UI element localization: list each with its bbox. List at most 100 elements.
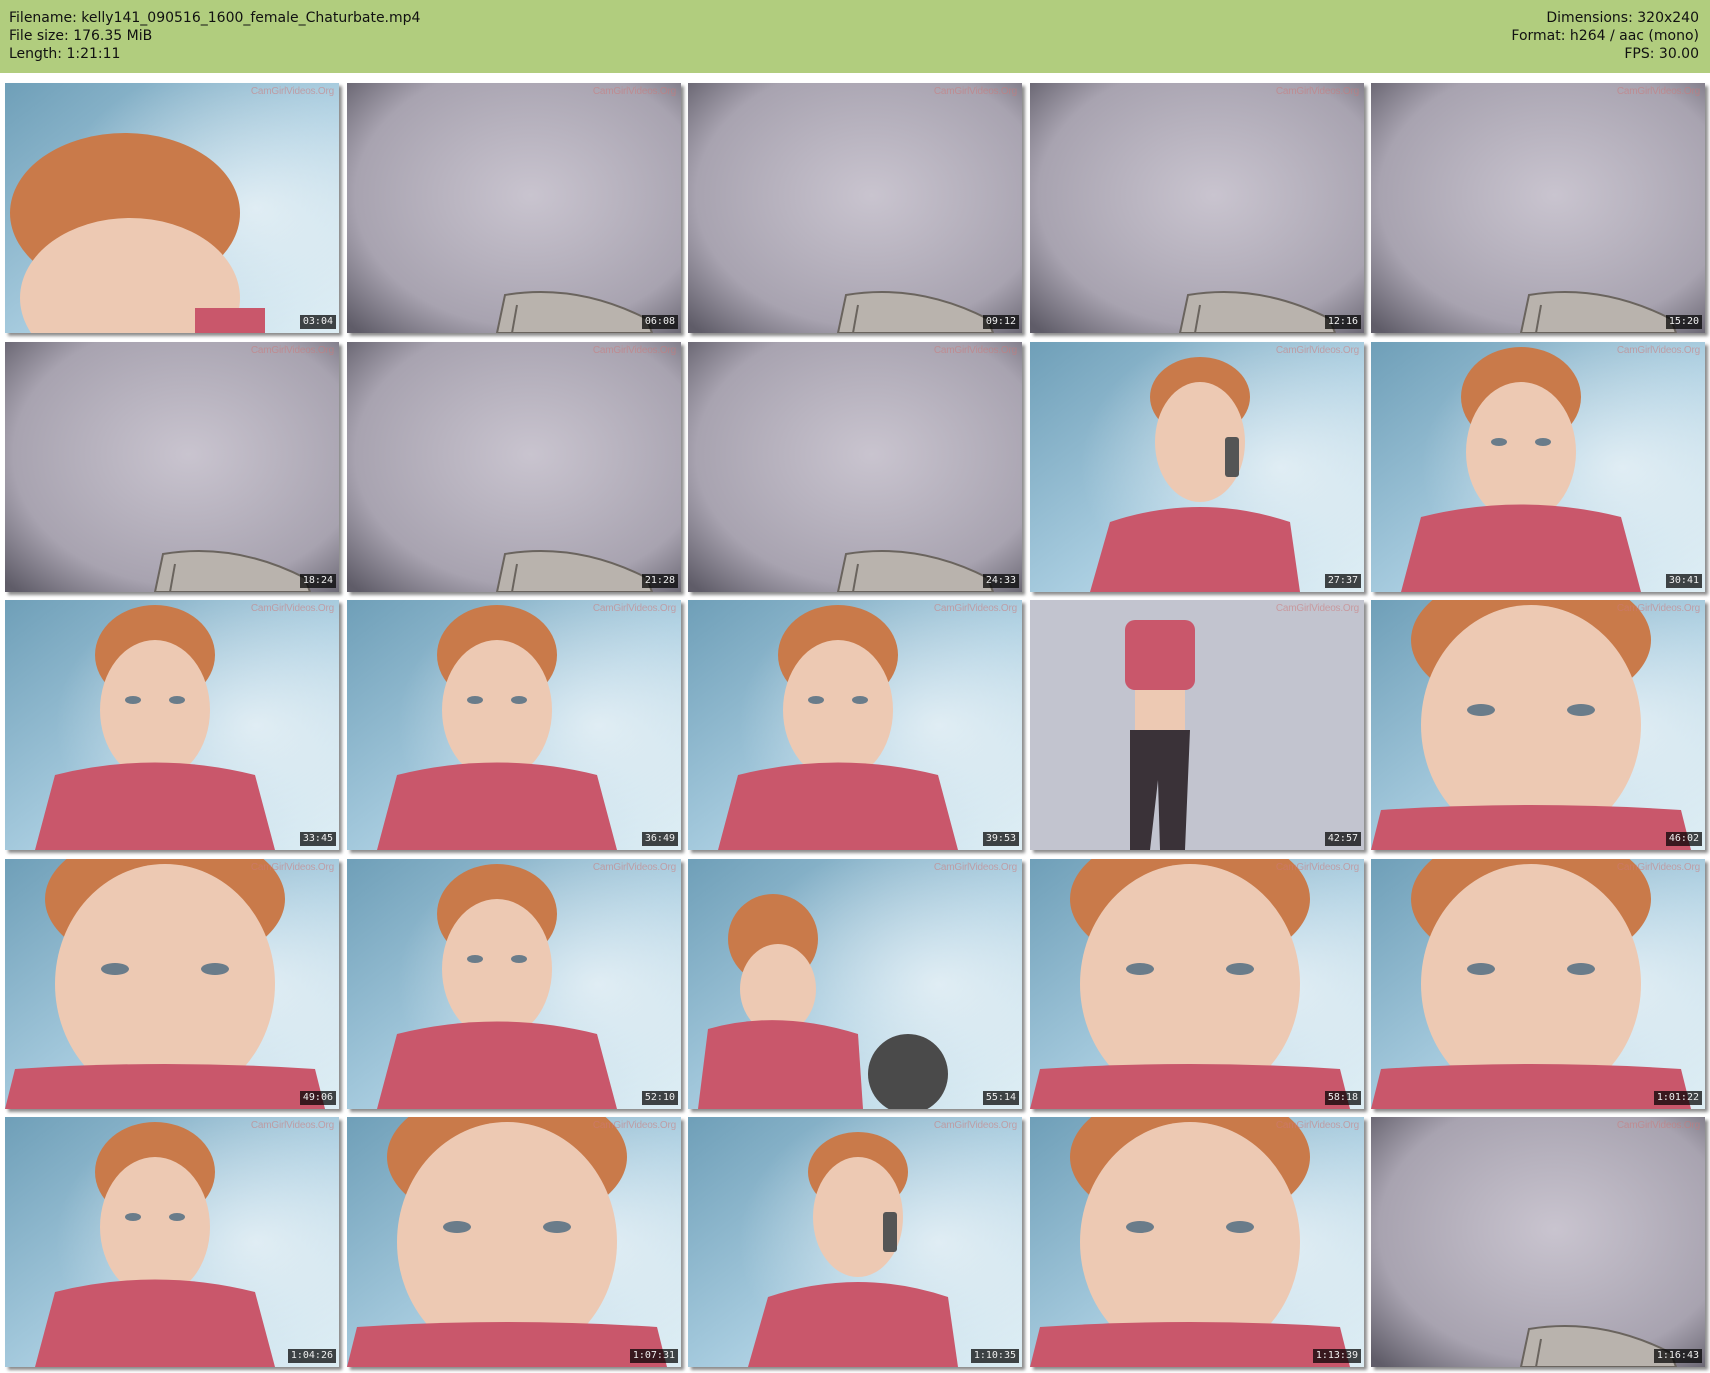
timestamp-label: 1:04:26: [287, 1349, 336, 1363]
timestamp-label: 1:07:31: [629, 1349, 678, 1363]
timestamp-label: 12:16: [1324, 315, 1361, 329]
thumbnail: CamGirlVideos.Org 1:07:31: [347, 1117, 681, 1367]
thumbnail-frame: [1371, 342, 1705, 592]
thumbnail-frame: [688, 1117, 1022, 1367]
timestamp-label: 46:02: [1665, 832, 1702, 846]
watermark: CamGirlVideos.Org: [592, 345, 676, 356]
thumbnail-frame: [688, 83, 1022, 333]
thumbnail: CamGirlVideos.Org 1:04:26: [5, 1117, 339, 1367]
thumbnail-frame: [1371, 1117, 1705, 1367]
watermark: CamGirlVideos.Org: [1275, 86, 1359, 97]
thumbnail-frame: [1030, 600, 1364, 850]
timestamp-label: 03:04: [299, 315, 336, 329]
timestamp-label: 09:12: [982, 315, 1019, 329]
watermark: CamGirlVideos.Org: [1616, 345, 1700, 356]
thumbnail-frame: [5, 1117, 339, 1367]
thumbnail-frame: [688, 600, 1022, 850]
thumbnail: CamGirlVideos.Org 24:33: [688, 342, 1022, 592]
thumbnail-frame: [1371, 859, 1705, 1109]
watermark: CamGirlVideos.Org: [592, 1120, 676, 1131]
thumbnail: CamGirlVideos.Org 1:10:35: [688, 1117, 1022, 1367]
timestamp-label: 58:18: [1324, 1091, 1361, 1105]
watermark: CamGirlVideos.Org: [1616, 1120, 1700, 1131]
thumbnail-frame: [5, 83, 339, 333]
thumbnail: CamGirlVideos.Org 42:57: [1030, 600, 1364, 850]
watermark: CamGirlVideos.Org: [933, 86, 1017, 97]
thumbnail: CamGirlVideos.Org 46:02: [1371, 600, 1705, 850]
watermark: CamGirlVideos.Org: [250, 1120, 334, 1131]
timestamp-label: 1:13:39: [1312, 1349, 1361, 1363]
timestamp-label: 30:41: [1665, 574, 1702, 588]
timestamp-label: 15:20: [1665, 315, 1702, 329]
timestamp-label: 52:10: [641, 1091, 678, 1105]
watermark: CamGirlVideos.Org: [592, 862, 676, 873]
timestamp-label: 1:16:43: [1653, 1349, 1702, 1363]
timestamp-label: 1:01:22: [1653, 1091, 1702, 1105]
watermark: CamGirlVideos.Org: [1616, 862, 1700, 873]
thumbnail-frame: [347, 600, 681, 850]
thumbnail-frame: [1030, 859, 1364, 1109]
thumbnail-grid: CamGirlVideos.Org 03:04 CamGirlVideos.Org…: [0, 0, 1710, 1373]
watermark: CamGirlVideos.Org: [1275, 345, 1359, 356]
thumbnail: CamGirlVideos.Org 1:16:43: [1371, 1117, 1705, 1367]
thumbnail: CamGirlVideos.Org 1:01:22: [1371, 859, 1705, 1109]
thumbnail: CamGirlVideos.Org 21:28: [347, 342, 681, 592]
watermark: CamGirlVideos.Org: [1616, 603, 1700, 614]
timestamp-label: 42:57: [1324, 832, 1361, 846]
watermark: CamGirlVideos.Org: [592, 86, 676, 97]
timestamp-label: 49:06: [299, 1091, 336, 1105]
thumbnail-frame: [347, 342, 681, 592]
watermark: CamGirlVideos.Org: [933, 862, 1017, 873]
thumbnail: CamGirlVideos.Org 12:16: [1030, 83, 1364, 333]
watermark: CamGirlVideos.Org: [592, 603, 676, 614]
thumbnail: CamGirlVideos.Org 09:12: [688, 83, 1022, 333]
thumbnail: CamGirlVideos.Org 27:37: [1030, 342, 1364, 592]
thumbnail-frame: [1371, 83, 1705, 333]
thumbnail-frame: [347, 83, 681, 333]
watermark: CamGirlVideos.Org: [250, 86, 334, 97]
thumbnail: CamGirlVideos.Org 06:08: [347, 83, 681, 333]
thumbnail-frame: [688, 859, 1022, 1109]
thumbnail: CamGirlVideos.Org 36:49: [347, 600, 681, 850]
watermark: CamGirlVideos.Org: [933, 603, 1017, 614]
thumbnail: CamGirlVideos.Org 58:18: [1030, 859, 1364, 1109]
thumbnail-frame: [5, 859, 339, 1109]
thumbnail: CamGirlVideos.Org 18:24: [5, 342, 339, 592]
timestamp-label: 06:08: [641, 315, 678, 329]
watermark: CamGirlVideos.Org: [933, 345, 1017, 356]
thumbnail: CamGirlVideos.Org 33:45: [5, 600, 339, 850]
timestamp-label: 55:14: [982, 1091, 1019, 1105]
timestamp-label: 24:33: [982, 574, 1019, 588]
timestamp-label: 1:10:35: [970, 1349, 1019, 1363]
watermark: CamGirlVideos.Org: [933, 1120, 1017, 1131]
thumbnail-frame: [1030, 342, 1364, 592]
timestamp-label: 27:37: [1324, 574, 1361, 588]
watermark: CamGirlVideos.Org: [1616, 86, 1700, 97]
thumbnail: CamGirlVideos.Org 39:53: [688, 600, 1022, 850]
thumbnail: CamGirlVideos.Org 1:13:39: [1030, 1117, 1364, 1367]
watermark: CamGirlVideos.Org: [1275, 862, 1359, 873]
watermark: CamGirlVideos.Org: [250, 345, 334, 356]
thumbnail-frame: [5, 600, 339, 850]
thumbnail-frame: [1030, 83, 1364, 333]
thumbnail: CamGirlVideos.Org 49:06: [5, 859, 339, 1109]
thumbnail-frame: [347, 859, 681, 1109]
timestamp-label: 36:49: [641, 832, 678, 846]
thumbnail: CamGirlVideos.Org 55:14: [688, 859, 1022, 1109]
thumbnail: CamGirlVideos.Org 52:10: [347, 859, 681, 1109]
watermark: CamGirlVideos.Org: [1275, 603, 1359, 614]
thumbnail-frame: [688, 342, 1022, 592]
timestamp-label: 39:53: [982, 832, 1019, 846]
watermark: CamGirlVideos.Org: [1275, 1120, 1359, 1131]
thumbnail-frame: [1030, 1117, 1364, 1367]
thumbnail: CamGirlVideos.Org 15:20: [1371, 83, 1705, 333]
thumbnail-frame: [1371, 600, 1705, 850]
timestamp-label: 21:28: [641, 574, 678, 588]
watermark: CamGirlVideos.Org: [250, 603, 334, 614]
thumbnail: CamGirlVideos.Org 03:04: [5, 83, 339, 333]
thumbnail-frame: [5, 342, 339, 592]
timestamp-label: 18:24: [299, 574, 336, 588]
thumbnail: CamGirlVideos.Org 30:41: [1371, 342, 1705, 592]
watermark: CamGirlVideos.Org: [250, 862, 334, 873]
timestamp-label: 33:45: [299, 832, 336, 846]
